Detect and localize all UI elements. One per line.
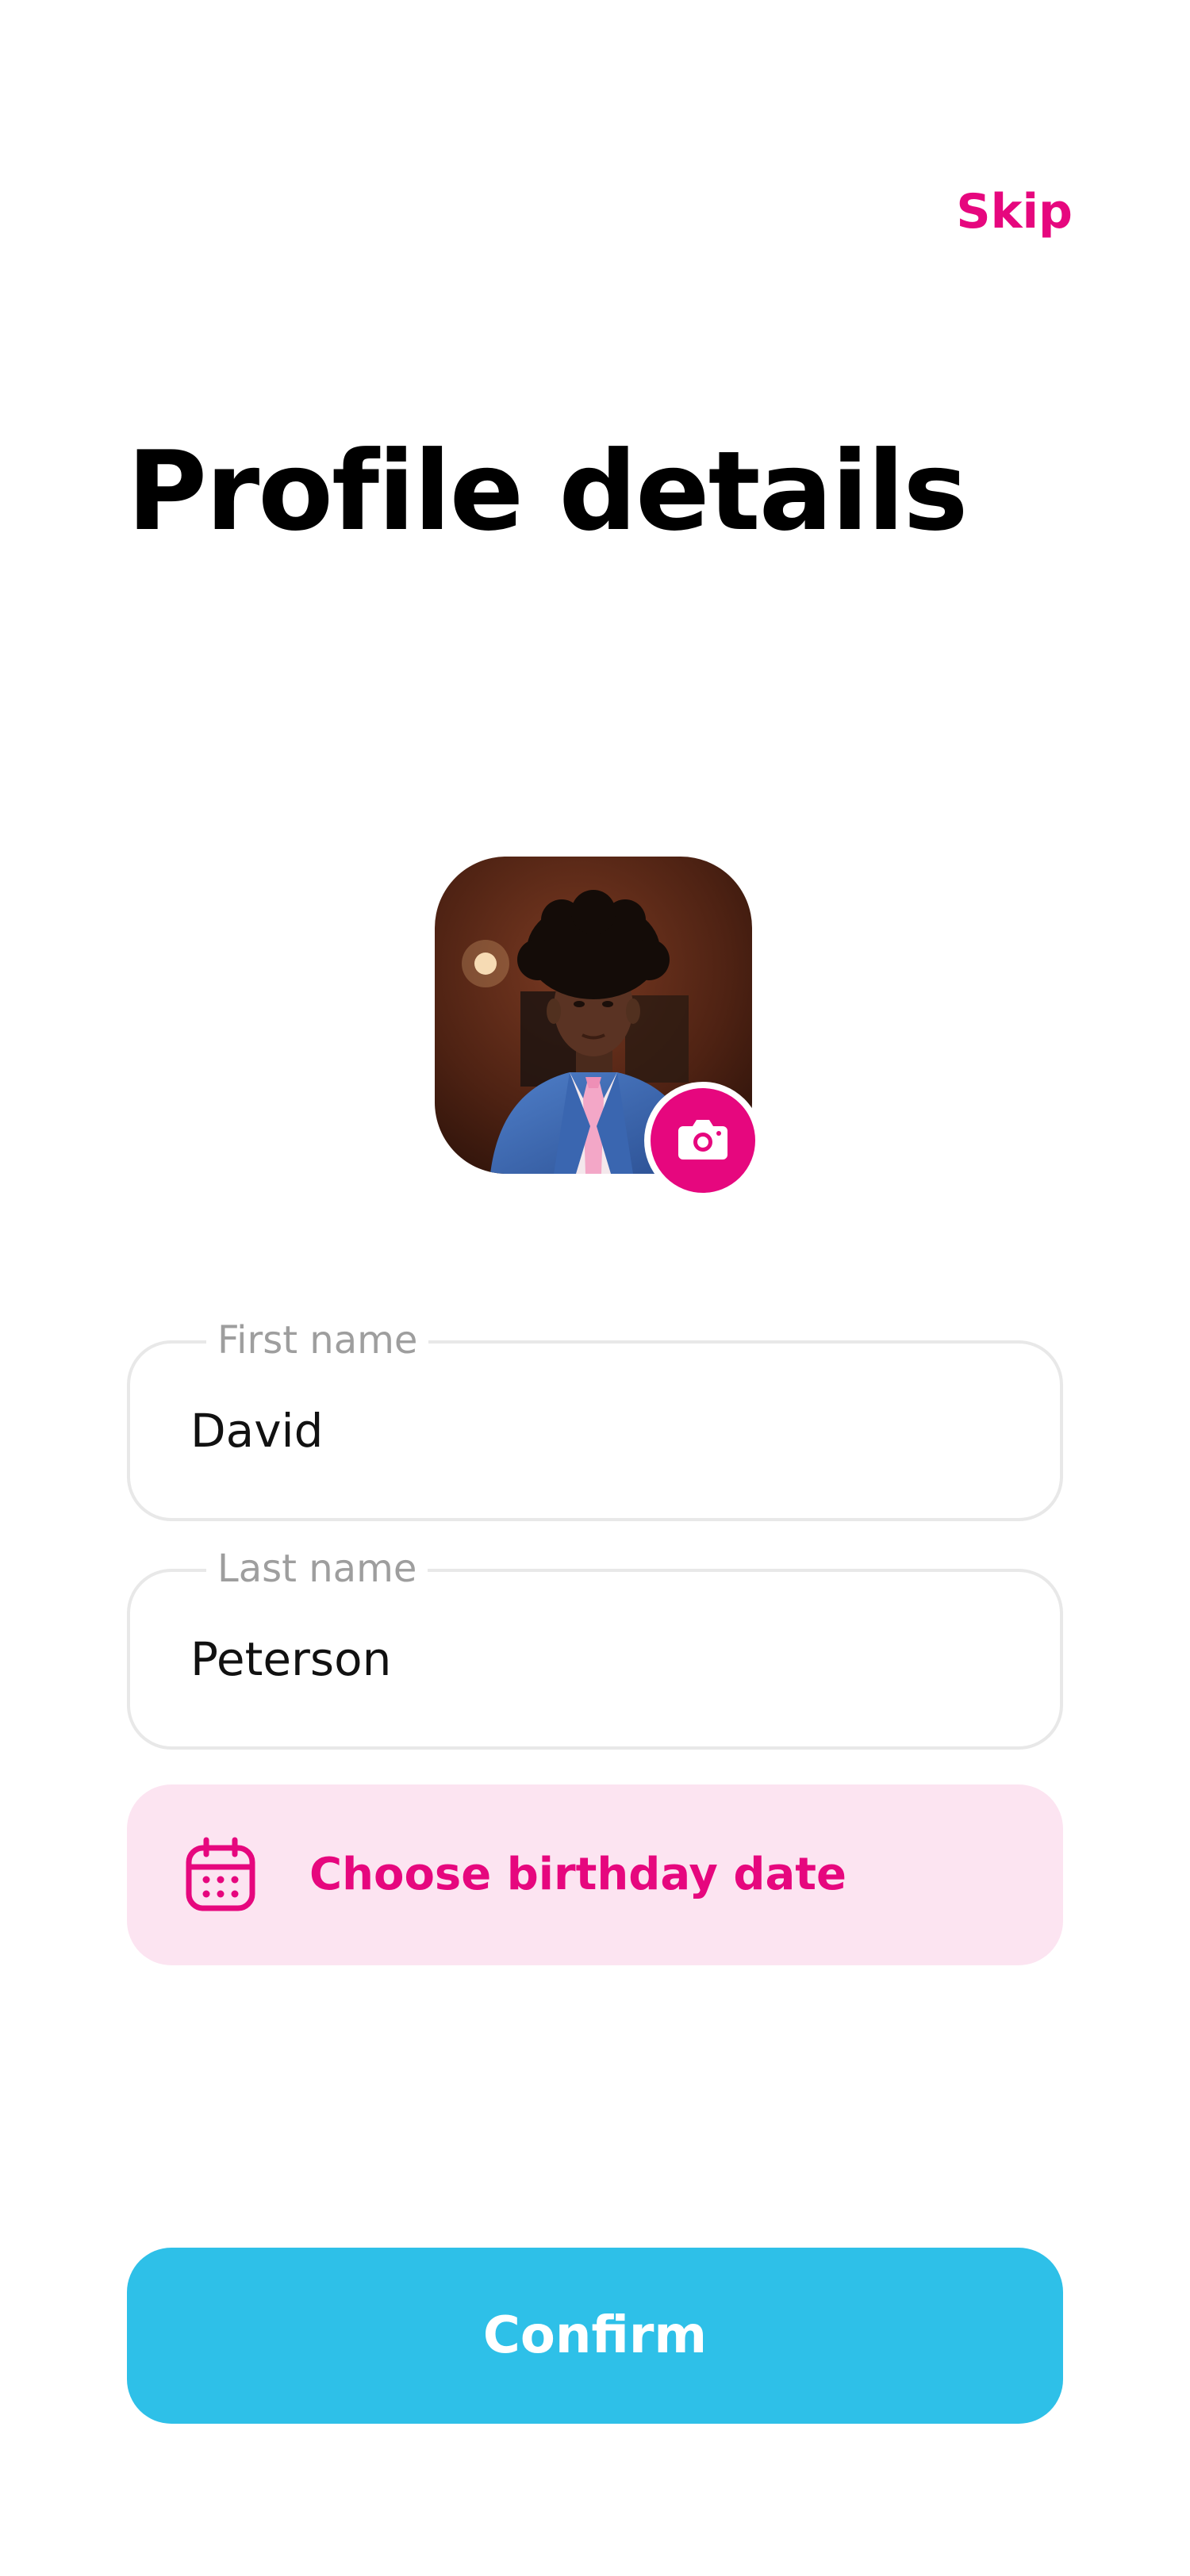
confirm-button[interactable]: Confirm	[127, 2248, 1063, 2424]
page-title: Profile details	[127, 427, 969, 555]
avatar-section	[435, 857, 762, 1199]
choose-birthday-button[interactable]: Choose birthday date	[127, 1784, 1063, 1965]
change-photo-button[interactable]	[644, 1082, 762, 1199]
choose-birthday-label: Choose birthday date	[309, 1849, 847, 1900]
calendar-icon	[182, 1837, 259, 1913]
first-name-field[interactable]: First name	[127, 1313, 1063, 1521]
skip-button[interactable]: Skip	[956, 184, 1073, 240]
last-name-field[interactable]: Last name	[127, 1542, 1063, 1750]
camera-icon	[677, 1117, 729, 1164]
first-name-input[interactable]	[190, 1344, 984, 1518]
last-name-input[interactable]	[190, 1572, 984, 1746]
